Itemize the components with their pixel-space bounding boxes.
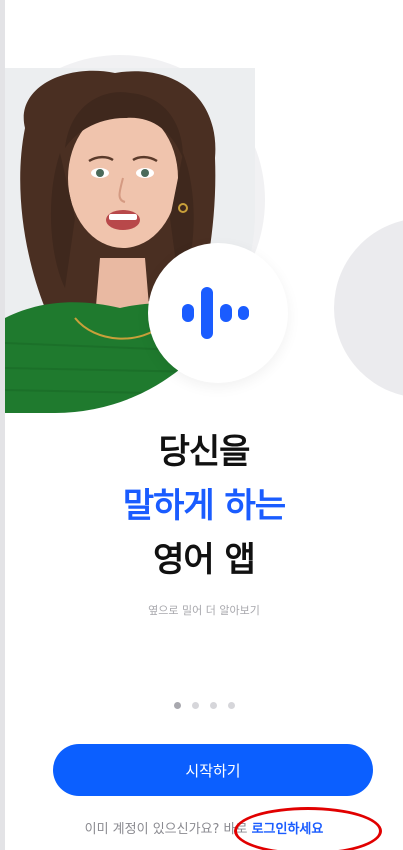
onboarding-slide[interactable]: 당신을 말하게 하는 영어 앱 옆으로 밀어 더 알아보기 시작하기 이미 계정… (5, 0, 403, 850)
page-dot-3[interactable] (209, 702, 217, 709)
page-dot-2[interactable] (191, 702, 199, 709)
login-link[interactable]: 로그인하세요 (252, 822, 324, 837)
voice-badge (148, 243, 288, 383)
headline-line-1: 당신을 (158, 432, 251, 472)
login-prompt-text: 이미 계정이 있으신가요? (84, 822, 220, 837)
onboarding-screen: 당신을 말하게 하는 영어 앱 옆으로 밀어 더 알아보기 시작하기 이미 계정… (0, 0, 403, 850)
headline-line-3: 영어 앱 (153, 540, 256, 580)
page-dot-4[interactable] (227, 702, 235, 709)
swipe-hint: 옆으로 밀어 더 알아보기 (148, 604, 260, 617)
login-prompt-row: 이미 계정이 있으신가요? 바로 로그인하세요 (5, 818, 403, 837)
headline-line-2: 말하게 하는 (122, 486, 286, 526)
page-dot-1[interactable] (173, 702, 181, 709)
next-slide-peek[interactable] (334, 218, 403, 398)
start-button[interactable]: 시작하기 (53, 744, 373, 796)
login-prefix-text: 바로 (223, 822, 248, 837)
page-indicator (5, 702, 403, 709)
voice-waveform-icon (182, 287, 249, 339)
